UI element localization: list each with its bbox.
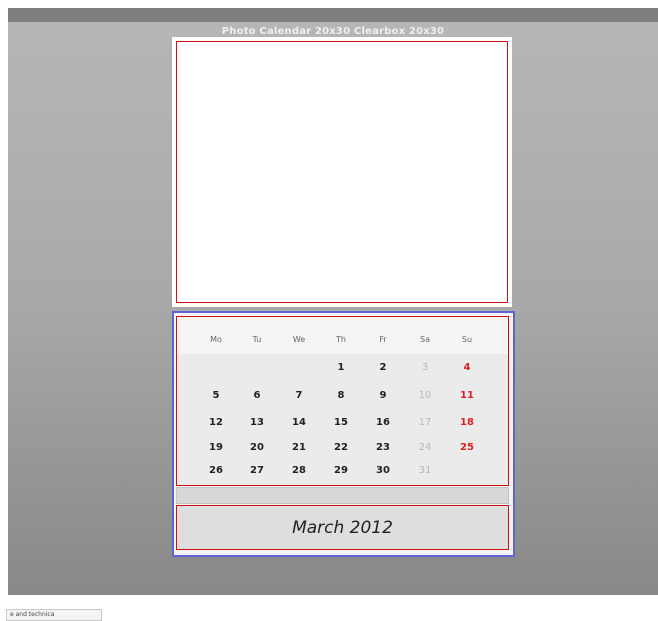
bottom-tab[interactable]: e and technica bbox=[6, 609, 102, 621]
calendar-day: 28 bbox=[292, 465, 306, 476]
weekday-header: Sa bbox=[420, 335, 430, 344]
calendar-day: 21 bbox=[292, 442, 306, 453]
calendar-day: 3 bbox=[421, 362, 429, 373]
calendar-day: 31 bbox=[418, 465, 432, 476]
calendar-day: 8 bbox=[337, 390, 345, 401]
weekday-header: Tu bbox=[252, 335, 262, 344]
calendar-day: 4 bbox=[463, 362, 471, 373]
calendar-day: 13 bbox=[250, 417, 264, 428]
calendar-day: 20 bbox=[250, 442, 264, 453]
calendar-day: 24 bbox=[418, 442, 432, 453]
calendar-day: 14 bbox=[292, 417, 306, 428]
calendar-day: 2 bbox=[379, 362, 387, 373]
calendar-day: 12 bbox=[209, 417, 223, 428]
calendar-day: 18 bbox=[460, 417, 474, 428]
calendar-day: 16 bbox=[376, 417, 390, 428]
calendar-day: 7 bbox=[295, 390, 303, 401]
calendar-day: 10 bbox=[418, 390, 432, 401]
weekday-header: We bbox=[292, 335, 306, 344]
calendar-day: 26 bbox=[209, 465, 223, 476]
calendar-day: 17 bbox=[418, 417, 432, 428]
calendar-day: 25 bbox=[460, 442, 474, 453]
calendar-day: 30 bbox=[376, 465, 390, 476]
calendar-day: 1 bbox=[337, 362, 345, 373]
calendar-day: 15 bbox=[334, 417, 348, 428]
top-strip bbox=[8, 8, 658, 22]
month-box[interactable]: March 2012 bbox=[176, 505, 509, 550]
calendar-day: 19 bbox=[209, 442, 223, 453]
calendar-day: 22 bbox=[334, 442, 348, 453]
weekday-header: Su bbox=[461, 335, 473, 344]
weekday-header: Th bbox=[336, 335, 346, 344]
photo-placeholder[interactable] bbox=[173, 38, 511, 306]
calendar-spacer bbox=[176, 487, 509, 504]
calendar-day: 5 bbox=[212, 390, 220, 401]
month-label: March 2012 bbox=[292, 517, 393, 538]
page-title: Photo Calendar 20x30 Clearbox 20x30 bbox=[221, 26, 445, 37]
calendar-day: 11 bbox=[460, 390, 474, 401]
weekday-header: Mo bbox=[210, 335, 222, 344]
calendar-day: 27 bbox=[250, 465, 264, 476]
calendar-day: 23 bbox=[376, 442, 390, 453]
calendar-day: 9 bbox=[379, 390, 387, 401]
calendar-day: 6 bbox=[253, 390, 261, 401]
calendar-day: 29 bbox=[334, 465, 348, 476]
weekday-header: Fr bbox=[379, 335, 387, 344]
